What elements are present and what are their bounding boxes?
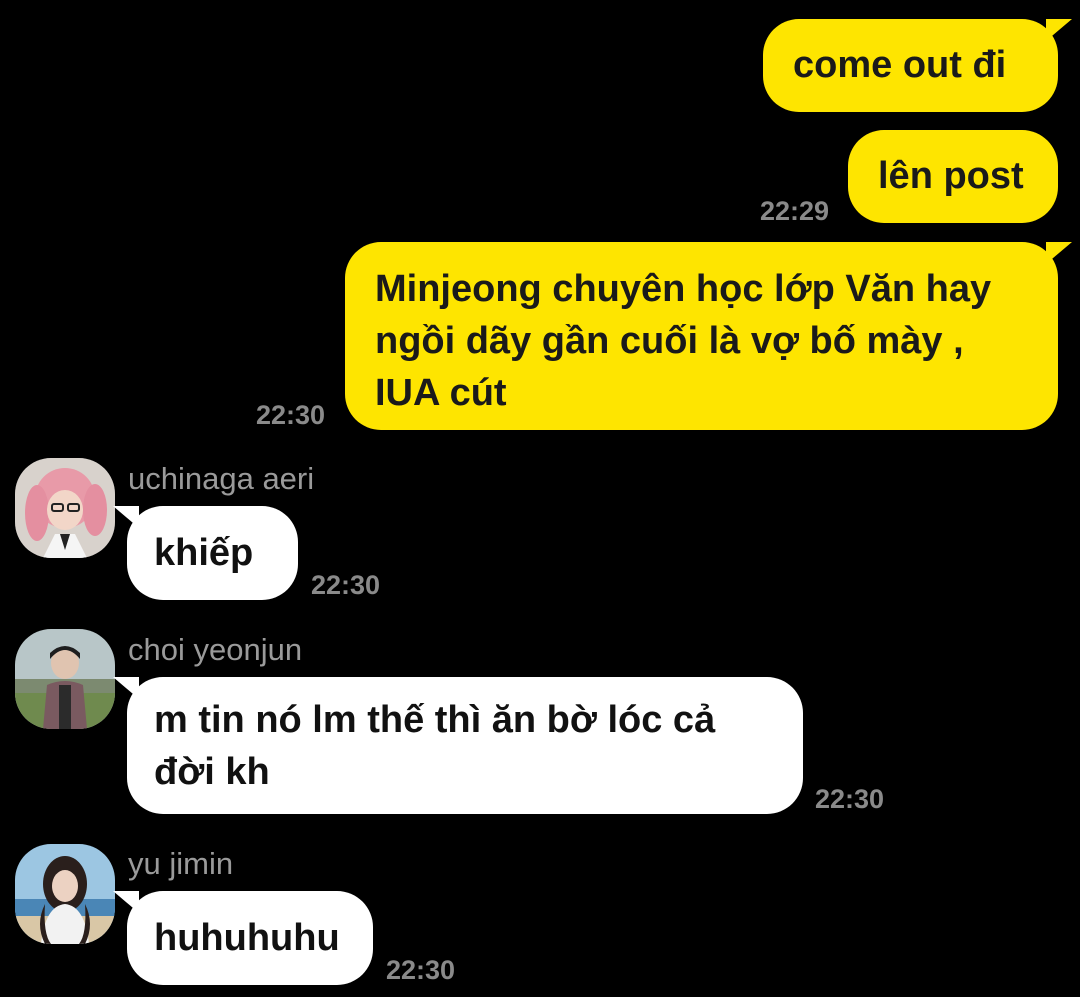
message-text-line: IUA cút bbox=[375, 372, 507, 414]
avatar-choi-yeonjun[interactable] bbox=[15, 629, 115, 729]
my-message-bubble[interactable]: Minjeong chuyên học lớp Văn hay ngồi dãy… bbox=[345, 242, 1072, 430]
sender-name: choi yeonjun bbox=[128, 632, 303, 667]
message-timestamp: 22:30 bbox=[815, 784, 885, 814]
bubble-tail bbox=[113, 506, 139, 528]
avatar-photo bbox=[15, 458, 115, 558]
avatar-yu-jimin[interactable] bbox=[15, 844, 115, 944]
avatar-photo bbox=[15, 844, 115, 944]
message-text: huhuhuhu bbox=[154, 917, 340, 959]
message-timestamp: 22:30 bbox=[311, 570, 381, 600]
message-timestamp: 22:29 bbox=[760, 196, 830, 226]
message-text-line: ngồi dãy gần cuối là vợ bố mày , bbox=[375, 320, 964, 362]
sender-name: uchinaga aeri bbox=[128, 461, 315, 496]
avatar-photo bbox=[15, 629, 115, 729]
message-text-line: Minjeong chuyên học lớp Văn hay bbox=[375, 268, 992, 310]
message-text: come out đi bbox=[793, 44, 1007, 86]
message-text: lên post bbox=[878, 155, 1024, 197]
their-message-bubble[interactable]: khiếp bbox=[113, 506, 298, 600]
message-timestamp: 22:30 bbox=[256, 400, 326, 430]
their-message-bubble[interactable]: m tin nó lm thế thì ăn bờ lóc cả đời kh bbox=[113, 677, 803, 814]
avatar-uchinaga-aeri[interactable] bbox=[15, 458, 115, 558]
message-text: khiếp bbox=[154, 532, 254, 574]
message-text-line: đời kh bbox=[154, 751, 270, 793]
my-message-bubble[interactable]: lên post bbox=[848, 130, 1058, 223]
bubble-tail bbox=[113, 677, 139, 699]
bubble-tail bbox=[113, 891, 139, 913]
bubble-tail bbox=[1046, 242, 1072, 264]
my-message-bubble[interactable]: come out đi bbox=[763, 19, 1072, 112]
their-message-bubble[interactable]: huhuhuhu bbox=[113, 891, 373, 985]
message-timestamp: 22:30 bbox=[386, 955, 456, 985]
bubble-tail bbox=[1046, 19, 1072, 41]
message-text-line: m tin nó lm thế thì ăn bờ lóc cả bbox=[154, 699, 716, 741]
sender-name: yu jimin bbox=[128, 846, 234, 881]
